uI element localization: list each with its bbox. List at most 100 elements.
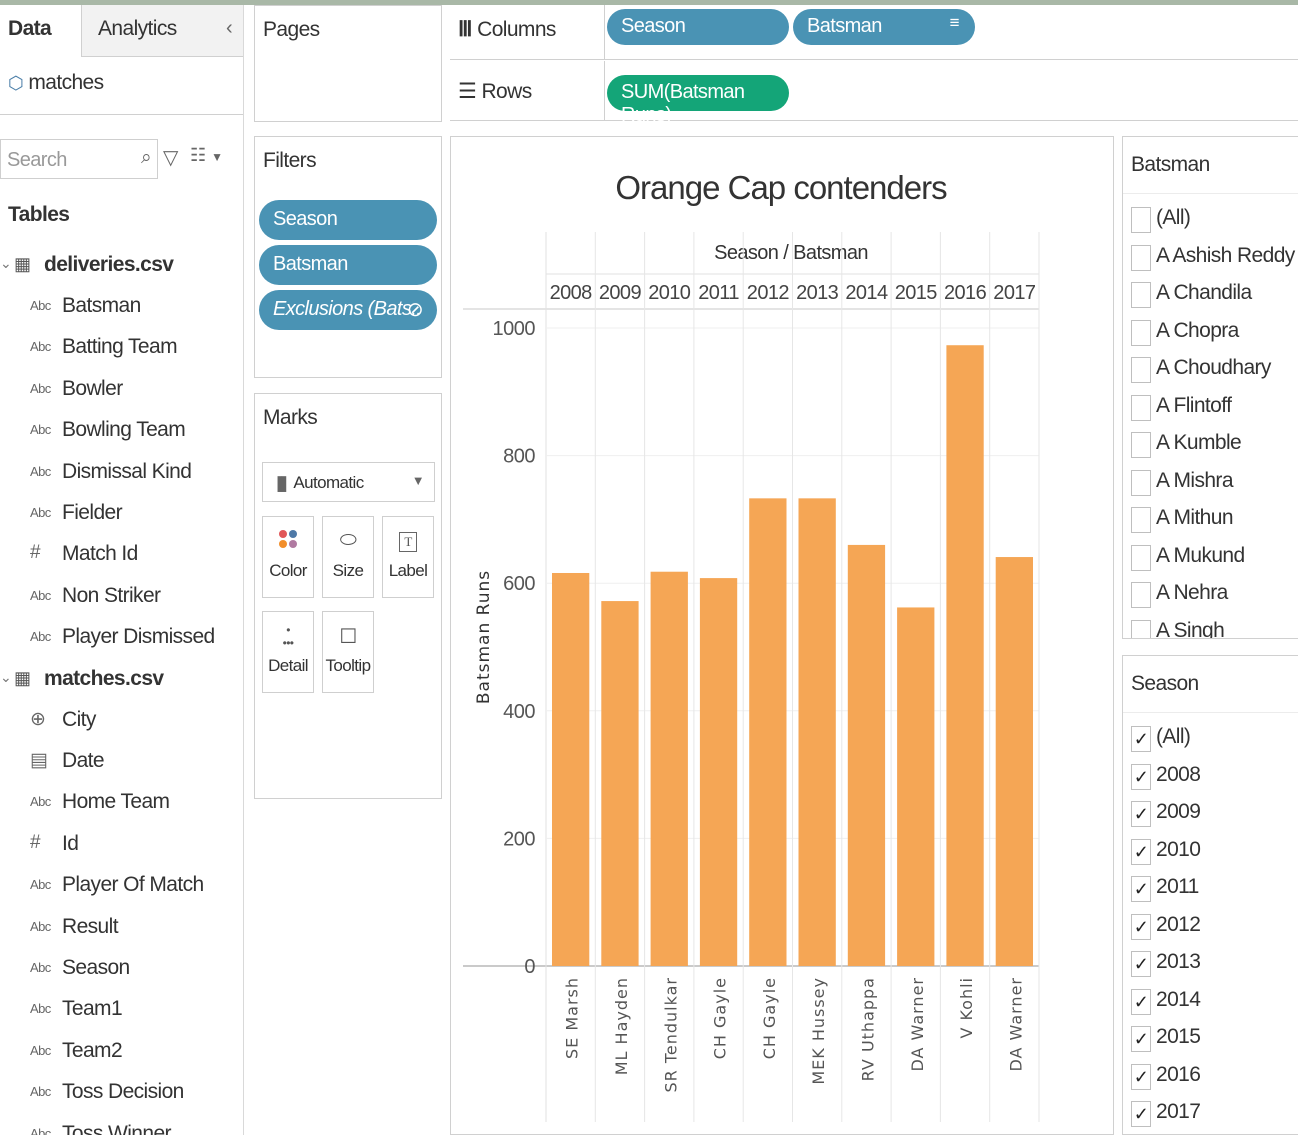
checkbox[interactable]	[1131, 619, 1151, 638]
season-filter-item[interactable]: ✓ 2010	[1131, 834, 1298, 871]
batsman-filter-item[interactable]: A Flintoff	[1131, 390, 1298, 427]
field-item[interactable]: Abc Batsman	[0, 288, 243, 328]
field-item[interactable]: Abc Player Of Match	[0, 867, 243, 907]
rows-shelf[interactable]: ☰ Rows SUM(Batsman Runs)	[450, 61, 1298, 126]
column-pill-season[interactable]: Season	[607, 9, 789, 45]
field-item[interactable]: Abc Result	[0, 909, 243, 949]
batsman-filter-item-label: A Nehra	[1156, 581, 1228, 604]
checkbox[interactable]	[1131, 319, 1151, 346]
checkbox-checked[interactable]: ✓	[1131, 913, 1151, 940]
checkbox[interactable]	[1131, 507, 1151, 533]
marks-detail-button[interactable]: • ••• Detail	[262, 611, 314, 693]
field-name: Toss Decision	[62, 1080, 184, 1104]
field-item[interactable]: Abc Player Dismissed	[0, 619, 243, 659]
checkbox-checked[interactable]: ✓	[1131, 1063, 1151, 1090]
field-item[interactable]: # Id	[0, 826, 243, 866]
checkbox[interactable]	[1131, 469, 1151, 496]
season-filter-item[interactable]: ✓ 2015	[1131, 1021, 1298, 1058]
marks-color-button[interactable]: Color	[262, 516, 314, 598]
checkbox-checked[interactable]: ✓	[1131, 838, 1151, 865]
batsman-filter-item[interactable]: A Singh	[1131, 615, 1298, 638]
batsman-filter-item[interactable]: A Chopra	[1131, 315, 1298, 352]
bar	[847, 544, 886, 966]
batsman-filter-card: Batsman (All) A Ashish Reddy A Chandila A C…	[1122, 136, 1298, 639]
season-filter-item[interactable]: ✓ 2008	[1131, 759, 1298, 796]
column-pill-batsman[interactable]: Batsman ≡	[793, 9, 975, 45]
search-input[interactable]: Search ⌕	[0, 139, 158, 179]
batsman-filter-item[interactable]: A Ashish Reddy	[1131, 240, 1298, 277]
marks-size-button[interactable]: ⬭ Size	[322, 516, 374, 598]
checkbox-checked[interactable]: ✓	[1131, 1026, 1151, 1052]
columns-shelf[interactable]: Ⅲ Columns Season Batsman ≡	[450, 5, 1298, 60]
field-item[interactable]: Abc Toss Winner	[0, 1116, 243, 1135]
batsman-filter-item[interactable]: A Nehra	[1131, 577, 1298, 614]
checkbox-checked[interactable]: ✓	[1131, 1101, 1151, 1127]
field-item[interactable]: Abc Season	[0, 950, 243, 990]
field-item[interactable]: ▤ Date	[0, 743, 243, 783]
filter-pill-season[interactable]: Season	[259, 200, 437, 240]
batsman-filter-item[interactable]: A Kumble	[1131, 427, 1298, 464]
marks-label-button[interactable]: T Label	[382, 516, 434, 598]
checkbox[interactable]	[1131, 394, 1151, 421]
field-item[interactable]: Abc Non Striker	[0, 578, 243, 618]
season-filter-item[interactable]: ✓ 2012	[1131, 909, 1298, 946]
checkbox[interactable]	[1131, 207, 1151, 233]
batsman-filter-item[interactable]: A Chandila	[1131, 277, 1298, 314]
field-item[interactable]: Abc Team2	[0, 1033, 243, 1073]
checkbox-checked[interactable]: ✓	[1131, 763, 1151, 790]
batsman-filter-item[interactable]: A Mithun	[1131, 502, 1298, 539]
filter-pill-exclusions[interactable]: Exclusions (Bats.. ⊘	[259, 290, 437, 330]
checkbox-checked[interactable]: ✓	[1131, 876, 1151, 902]
field-item[interactable]: Abc Dismissal Kind	[0, 454, 243, 494]
chevron-down-icon[interactable]: ⌄	[0, 669, 12, 686]
season-filter-item[interactable]: ✓ 2013	[1131, 946, 1298, 983]
checkbox-checked[interactable]: ✓	[1131, 801, 1151, 827]
filter-pill-batsman[interactable]: Batsman	[259, 245, 437, 285]
checkbox[interactable]	[1131, 432, 1151, 458]
field-item[interactable]: Abc Toss Decision	[0, 1074, 243, 1114]
field-item[interactable]: Abc Bowler	[0, 371, 243, 411]
chevron-left-icon[interactable]: ‹	[226, 17, 233, 40]
string-type-icon: Abc	[30, 1125, 51, 1135]
y-tick-label: 400	[503, 701, 535, 723]
marks-tooltip-button[interactable]: ☐ Tooltip	[322, 611, 374, 693]
season-header-label: 2015	[895, 282, 938, 304]
string-type-icon: Abc	[30, 629, 51, 645]
season-filter-item[interactable]: ✓ (All)	[1131, 721, 1298, 758]
datasource-item[interactable]: ⬡ matches	[0, 57, 243, 115]
field-item[interactable]: Abc Batting Team	[0, 329, 243, 369]
view-options-icon[interactable]: ☷ ▼	[190, 145, 223, 166]
checkbox[interactable]	[1131, 582, 1151, 608]
season-filter-item[interactable]: ✓ 2017	[1131, 1096, 1298, 1133]
field-item[interactable]: # Match Id	[0, 536, 243, 576]
checkbox-checked[interactable]: ✓	[1131, 951, 1151, 977]
field-item[interactable]: ⊕ City	[0, 702, 243, 742]
field-item[interactable]: Abc Home Team	[0, 784, 243, 824]
batsman-filter-item[interactable]: A Choudhary	[1131, 352, 1298, 389]
batsman-filter-item[interactable]: A Mishra	[1131, 465, 1298, 502]
checkbox-checked[interactable]: ✓	[1131, 988, 1151, 1015]
season-filter-item[interactable]: ✓ 2016	[1131, 1059, 1298, 1096]
season-filter-item[interactable]: ✓ 2011	[1131, 871, 1298, 908]
checkbox[interactable]	[1131, 544, 1151, 571]
row-pill-sum-batsman-runs[interactable]: SUM(Batsman Runs)	[607, 75, 789, 126]
chevron-down-icon[interactable]: ⌄	[0, 255, 12, 272]
checkbox[interactable]	[1131, 244, 1151, 271]
checkbox[interactable]	[1131, 282, 1151, 308]
field-item[interactable]: Abc Bowling Team	[0, 412, 243, 452]
tab-data[interactable]: Data	[0, 5, 82, 57]
tab-analytics[interactable]: Analytics	[82, 5, 243, 57]
field-item[interactable]: Abc Team1	[0, 991, 243, 1031]
pages-card[interactable]: Pages	[254, 5, 442, 122]
field-name: Bowler	[62, 376, 123, 400]
field-item[interactable]: Abc Fielder	[0, 495, 243, 535]
checkbox-checked[interactable]: ✓	[1131, 726, 1151, 752]
batsman-filter-item[interactable]: (All)	[1131, 202, 1298, 239]
season-filter-item[interactable]: ✓ 2009	[1131, 796, 1298, 833]
filter-icon[interactable]: ▽	[163, 145, 178, 170]
checkbox[interactable]	[1131, 357, 1151, 383]
batsman-filter-item[interactable]: A Mukund	[1131, 540, 1298, 577]
mark-type-select[interactable]: ▐▌ Automatic ▼	[262, 462, 435, 502]
season-filter-item[interactable]: ✓ 2014	[1131, 984, 1298, 1021]
column-pill-batsman-label: Batsman	[807, 15, 882, 37]
